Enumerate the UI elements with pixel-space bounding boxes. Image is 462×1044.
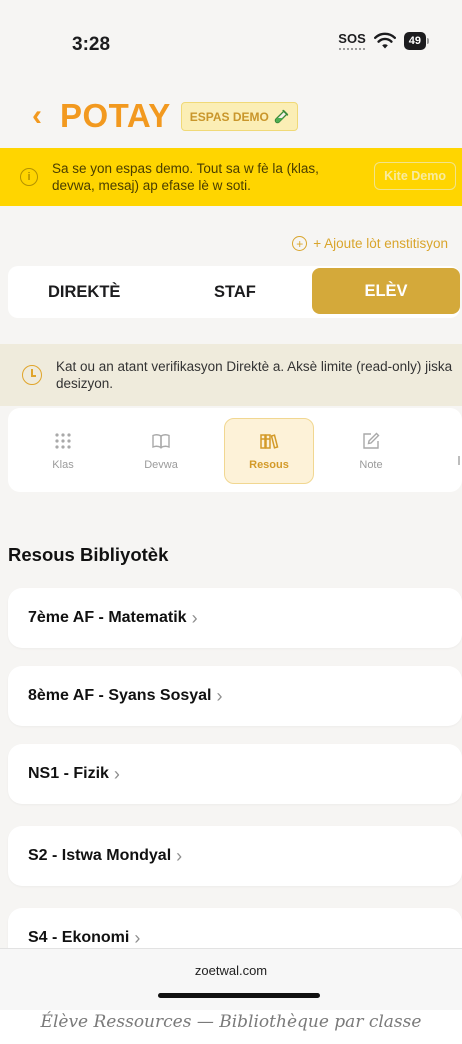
battery-indicator: 49: [403, 32, 430, 50]
tab-direkte[interactable]: DIREKTÈ: [48, 283, 120, 302]
sos-indicator: SOS: [338, 32, 366, 50]
chevron-left-icon[interactable]: ‹: [32, 101, 42, 131]
verification-notice-text: Kat ou an atant verifikasyon Direktè a. …: [56, 359, 453, 391]
resource-label: NS1 - Fizik: [28, 765, 109, 782]
chevron-right-icon: ›: [191, 607, 198, 628]
resource-label: 8ème AF - Syans Sosyal: [28, 687, 212, 704]
verification-notice: Kat ou an atant verifikasyon Direktè a. …: [0, 344, 462, 406]
chevron-right-icon: ›: [113, 763, 120, 784]
resource-label: S4 - Ekonomi: [28, 929, 130, 946]
resource-card[interactable]: NS1 - Fizik ›: [8, 744, 462, 804]
add-institution-link[interactable]: + + Ajoute lòt enstitisyon: [292, 236, 448, 251]
demo-banner-message: Sa se yon espas demo. Tout sa w fè la (k…: [52, 161, 319, 193]
home-indicator[interactable]: [158, 993, 320, 998]
resource-label: S2 - Istwa Mondyal: [28, 847, 172, 864]
status-bar: 3:28 SOS 49: [0, 0, 462, 90]
resource-card[interactable]: 8ème AF - Syans Sosyal ›: [8, 666, 462, 726]
status-time: 3:28: [72, 34, 111, 55]
resource-card[interactable]: 7ème AF - Matematik ›: [8, 588, 462, 648]
demo-badge-label: ESPAS DEMO: [189, 109, 269, 124]
test-tube-icon: [274, 109, 289, 123]
module-resous[interactable]: Resous: [224, 418, 314, 484]
section-title: Resous Bibliyotèk: [8, 544, 169, 565]
wifi-icon: [373, 32, 396, 49]
resource-card[interactable]: S2 - Istwa Mondyal ›: [8, 826, 462, 886]
open-book-icon: [152, 434, 170, 449]
edit-note-icon: [363, 432, 380, 449]
module-nav: Klas Devwa Resous Note: [8, 408, 462, 492]
library-books-icon: [260, 434, 279, 449]
module-klas[interactable]: Klas: [18, 418, 108, 484]
status-icons: SOS 49: [338, 32, 430, 50]
browser-url-bar: zoetwal.com: [0, 948, 462, 1010]
demo-badge: ESPAS DEMO: [180, 101, 298, 131]
exit-demo-button[interactable]: Kite Demo: [374, 162, 456, 190]
module-note-label: Note: [359, 459, 383, 471]
add-institution-label: + Ajoute lòt enstitisyon: [313, 236, 448, 251]
plus-circle-icon: +: [292, 236, 308, 251]
chevron-right-icon: ›: [134, 927, 141, 948]
url-text[interactable]: zoetwal.com: [0, 963, 462, 978]
resource-label: 7ème AF - Matematik: [28, 609, 187, 626]
more-modules-indicator: [458, 456, 460, 465]
info-icon: i: [20, 168, 38, 186]
module-devwa[interactable]: Devwa: [116, 418, 206, 484]
module-klas-label: Klas: [52, 459, 74, 471]
tab-elev[interactable]: ELÈV: [312, 268, 460, 314]
tab-staf[interactable]: STAF: [214, 283, 256, 302]
module-devwa-label: Devwa: [144, 459, 178, 471]
chevron-right-icon: ›: [176, 845, 183, 866]
demo-banner: i Sa se yon espas demo. Tout sa w fè la …: [0, 148, 462, 206]
screenshot-caption: Élève Ressources — Bibliothèque par clas…: [40, 1012, 422, 1032]
grid-dots-icon: [55, 433, 71, 449]
chevron-right-icon: ›: [216, 685, 223, 706]
page-title: POTAY: [60, 97, 171, 134]
app-screen: 3:28 SOS 49 ‹ POTAY ESPAS DEMO i Sa se y…: [0, 0, 462, 1010]
module-resous-label: Resous: [249, 459, 289, 471]
clock-icon: [22, 365, 42, 385]
header: ‹ POTAY ESPAS DEMO: [32, 96, 298, 136]
role-tabs: DIREKTÈ STAF ELÈV: [8, 266, 460, 318]
module-note[interactable]: Note: [326, 418, 416, 484]
